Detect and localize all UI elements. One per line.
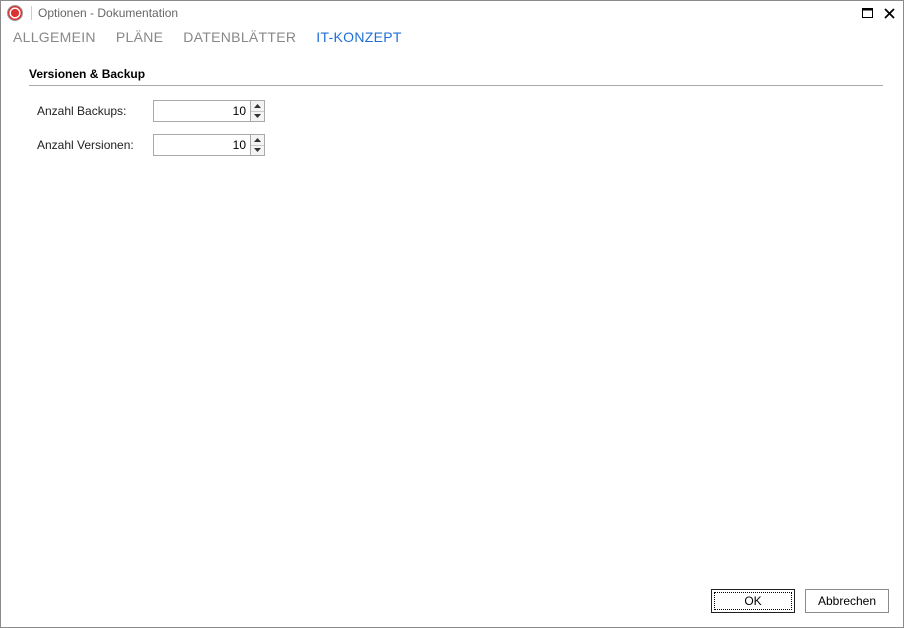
spinbox-backups [153,100,265,122]
row-versionen: Anzahl Versionen: [29,134,883,156]
spin-up-versionen[interactable] [251,135,264,146]
spinbox-versionen [153,134,265,156]
app-icon [7,5,23,21]
spin-up-backups[interactable] [251,101,264,112]
row-backups: Anzahl Backups: [29,100,883,122]
close-button[interactable] [879,3,899,23]
tab-datenblaetter[interactable]: DATENBLÄTTER [183,29,296,45]
label-backups: Anzahl Backups: [37,104,153,118]
chevron-up-icon [254,138,261,142]
content-area: Versionen & Backup Anzahl Backups: Anzah… [1,53,903,579]
spinners-versionen [250,135,264,155]
label-versionen: Anzahl Versionen: [37,138,153,152]
dialog-window: Optionen - Dokumentation ALLGEMEIN PLÄNE… [0,0,904,628]
tab-allgemein[interactable]: ALLGEMEIN [13,29,96,45]
titlebar: Optionen - Dokumentation [1,1,903,25]
maximize-button[interactable] [857,3,877,23]
tab-itkonzept[interactable]: IT-KONZEPT [316,29,401,45]
spin-down-versionen[interactable] [251,146,264,156]
input-backups[interactable] [154,101,250,121]
spinners-backups [250,101,264,121]
title-separator [31,6,32,20]
tab-plaene[interactable]: PLÄNE [116,29,163,45]
chevron-down-icon [254,148,261,152]
window-title: Optionen - Dokumentation [38,6,178,20]
chevron-up-icon [254,104,261,108]
input-versionen[interactable] [154,135,250,155]
section-header: Versionen & Backup [29,67,883,86]
close-icon [884,8,895,19]
maximize-icon [862,8,873,18]
chevron-down-icon [254,114,261,118]
button-bar: OK Abbrechen [1,579,903,627]
spin-down-backups[interactable] [251,112,264,122]
ok-button[interactable]: OK [711,589,795,613]
tab-bar: ALLGEMEIN PLÄNE DATENBLÄTTER IT-KONZEPT [1,25,903,53]
cancel-button[interactable]: Abbrechen [805,589,889,613]
